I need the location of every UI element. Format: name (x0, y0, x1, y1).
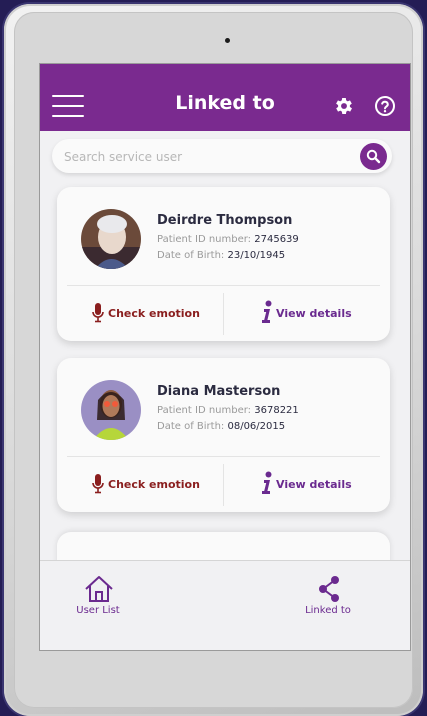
patient-card: Deirdre Thompson Patient ID number: 2745… (57, 187, 390, 341)
check-emotion-button[interactable]: Check emotion (92, 299, 212, 329)
view-details-label: View details (276, 478, 352, 491)
divider (67, 285, 380, 286)
search-button[interactable] (360, 143, 387, 170)
check-emotion-button[interactable]: Check emotion (92, 470, 212, 500)
nav-user-list[interactable]: User List (53, 573, 143, 623)
avatar (81, 209, 141, 269)
view-details-button[interactable]: View details (261, 299, 381, 329)
view-details-label: View details (276, 307, 352, 320)
patient-name: Diana Masterson (157, 384, 281, 399)
check-emotion-label: Check emotion (108, 478, 200, 491)
patient-card: Diana Masterson Patient ID number: 36782… (57, 358, 390, 512)
patient-name: Deirdre Thompson (157, 213, 293, 228)
top-bar: Linked to (40, 64, 410, 131)
divider (67, 456, 380, 457)
check-emotion-label: Check emotion (108, 307, 200, 320)
nav-linked-to-label: Linked to (305, 605, 351, 616)
patient-dob: Date of Birth: 23/10/1945 (157, 250, 285, 261)
share-icon (319, 576, 339, 602)
avatar (81, 380, 141, 440)
nav-user-list-label: User List (76, 605, 120, 616)
divider (223, 464, 224, 506)
patient-id-label: Patient ID number: (157, 405, 252, 416)
search-icon (366, 149, 381, 164)
search-input[interactable] (62, 146, 356, 168)
microphone-icon (92, 474, 104, 494)
patient-dob-value: 23/10/1945 (227, 250, 286, 261)
patient-id: Patient ID number: 2745639 (157, 234, 299, 245)
patient-dob-label: Date of Birth: (157, 421, 225, 432)
patient-id-value: 2745639 (254, 234, 299, 245)
microphone-icon (92, 303, 104, 323)
info-icon (262, 300, 272, 323)
gear-icon[interactable] (333, 95, 355, 117)
bottom-nav: User List Linked to (40, 560, 410, 650)
help-icon[interactable] (374, 95, 396, 117)
patient-dob-value: 08/06/2015 (227, 421, 286, 432)
camera-icon (225, 38, 230, 43)
patient-id-label: Patient ID number: (157, 234, 252, 245)
divider (223, 293, 224, 335)
patient-id-value: 3678221 (254, 405, 299, 416)
patient-id: Patient ID number: 3678221 (157, 405, 299, 416)
home-icon (85, 576, 113, 602)
search-bar (52, 139, 392, 173)
patient-dob: Date of Birth: 08/06/2015 (157, 421, 285, 432)
info-icon (262, 471, 272, 494)
nav-linked-to[interactable]: Linked to (283, 573, 373, 623)
view-details-button[interactable]: View details (261, 470, 381, 500)
patient-dob-label: Date of Birth: (157, 250, 225, 261)
app-screen: Linked to Deirdre Thompson Patient ID nu… (40, 64, 410, 650)
